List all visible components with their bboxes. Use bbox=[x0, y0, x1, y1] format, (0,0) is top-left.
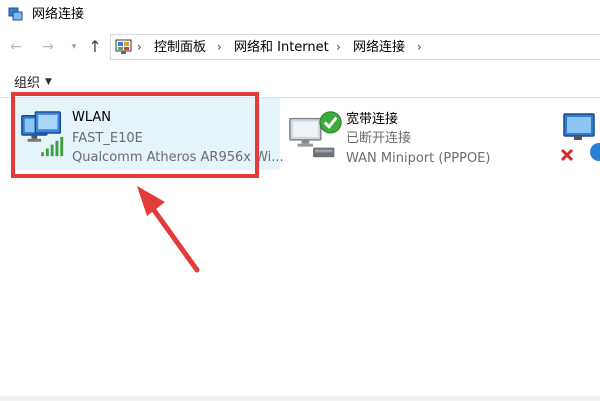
connection-name: 宽带连接 bbox=[346, 112, 399, 127]
network-connections-icon bbox=[8, 7, 23, 21]
breadcrumb-separator-icon[interactable]: › bbox=[137, 39, 142, 56]
breadcrumb-separator-icon[interactable]: › bbox=[217, 39, 222, 56]
chevron-down-icon[interactable]: ▼ bbox=[45, 77, 52, 87]
connection-item-broadband[interactable]: 宽带连接 已断开连接 WAN Miniport (PPPOE) bbox=[284, 106, 554, 172]
broadband-adapter-icon bbox=[289, 111, 342, 158]
forward-arrow-icon[interactable]: → bbox=[38, 36, 58, 58]
connection-item-partial[interactable] bbox=[558, 110, 600, 170]
breadcrumb-separator-icon[interactable]: › bbox=[336, 39, 341, 56]
recent-locations-chevron-icon[interactable]: ▾ bbox=[64, 36, 84, 58]
navigation-row: ← → ▾ ↑ › 控制面板 › 网络和 Internet › 网络连接 › bbox=[0, 34, 600, 60]
breadcrumb-control-panel[interactable]: 控制面板 bbox=[154, 39, 206, 56]
up-arrow-icon[interactable]: ↑ bbox=[85, 36, 105, 58]
breadcrumb-network-internet[interactable]: 网络和 Internet bbox=[234, 39, 329, 56]
breadcrumb-network-connections[interactable]: 网络连接 bbox=[353, 39, 405, 56]
breadcrumb-separator-icon[interactable]: › bbox=[417, 39, 422, 56]
control-panel-icon bbox=[115, 39, 132, 54]
connection-status: 已断开连接 bbox=[346, 131, 412, 146]
bottom-edge bbox=[0, 396, 600, 401]
back-arrow-icon[interactable]: ← bbox=[6, 36, 26, 58]
address-bar[interactable]: › 控制面板 › 网络和 Internet › 网络连接 › bbox=[110, 34, 600, 60]
disconnected-adapter-icon bbox=[560, 113, 600, 162]
window-title: 网络连接 bbox=[32, 7, 85, 22]
title-bar: 网络连接 bbox=[0, 0, 600, 30]
organize-menu-button[interactable]: 组织 bbox=[14, 76, 40, 92]
connection-adapter: WAN Miniport (PPPOE) bbox=[346, 151, 491, 166]
annotation-arrow-icon bbox=[137, 186, 200, 273]
annotation-highlight-box bbox=[11, 92, 259, 178]
